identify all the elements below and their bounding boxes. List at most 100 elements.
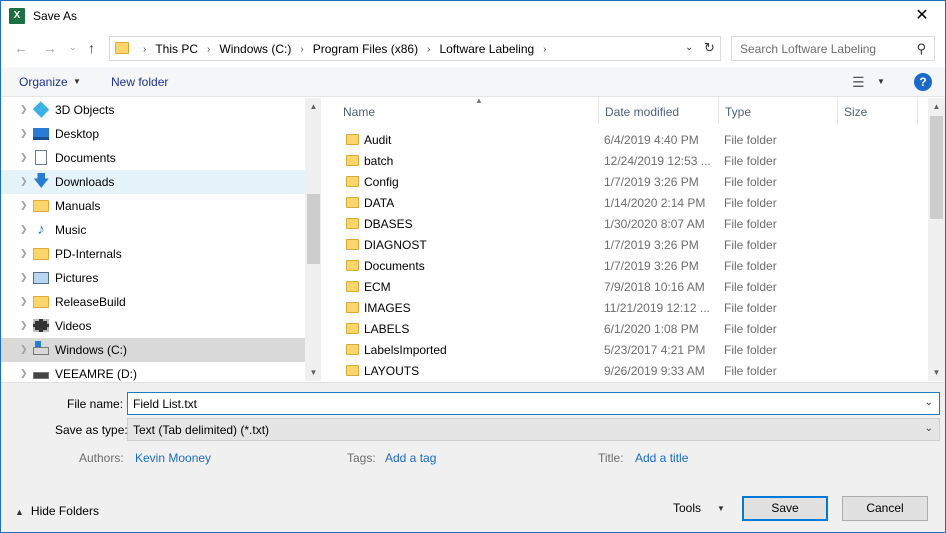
file-name-cell: LABELS	[364, 322, 410, 336]
column-header-date-modified[interactable]: Date modified	[599, 98, 719, 124]
new-folder-button[interactable]: New folder	[111, 75, 168, 89]
file-name-cell: ECM	[364, 280, 391, 294]
view-options-icon[interactable]: ☰	[852, 74, 865, 91]
address-history-dropdown-icon[interactable]: ⌄	[685, 42, 693, 53]
cancel-button[interactable]: Cancel	[842, 496, 928, 521]
nav-item-label: 3D Objects	[55, 103, 115, 117]
date-modified-cell: 6/4/2019 4:40 PM	[604, 133, 699, 147]
nav-item-windows-c[interactable]: ❯ Windows (C:)	[1, 338, 305, 362]
breadcrumb-loftware-labeling[interactable]: Loftware Labeling	[439, 42, 534, 56]
folder-icon	[346, 176, 359, 187]
column-header-name[interactable]: Name ▲	[337, 98, 599, 124]
scroll-down-icon[interactable]: ▼	[928, 364, 945, 381]
add-tag-link[interactable]: Add a tag	[385, 451, 436, 465]
tools-button[interactable]: Tools	[673, 501, 701, 515]
file-list-scrollbar[interactable]: ▲ ▼	[928, 98, 945, 381]
file-name-cell: LAYOUTS	[364, 364, 420, 378]
save-button[interactable]: Save	[742, 496, 828, 521]
breadcrumb-separator[interactable]: ›	[543, 44, 546, 55]
expand-chevron-icon[interactable]: ❯	[20, 224, 28, 235]
scrollbar-thumb[interactable]	[930, 116, 943, 219]
back-arrow-icon[interactable]: ←	[14, 40, 28, 56]
save-as-type-dropdown-icon[interactable]: ⌄	[925, 423, 933, 434]
recent-locations-chevron-icon[interactable]: ⌄	[69, 42, 77, 53]
column-header-label: Name	[343, 105, 376, 119]
add-title-link[interactable]: Add a title	[635, 451, 688, 465]
help-icon[interactable]: ?	[914, 73, 932, 91]
folder-icon	[346, 218, 359, 229]
table-row[interactable]: IMAGES 11/21/2019 12:12 ... File folder	[323, 297, 923, 318]
expand-chevron-icon[interactable]: ❯	[20, 176, 28, 187]
nav-item-documents[interactable]: ❯ Documents	[1, 146, 305, 170]
expand-chevron-icon[interactable]: ❯	[20, 344, 28, 355]
navigation-pane-scrollbar[interactable]: ▲ ▼	[305, 98, 321, 381]
nav-item-releasebuild[interactable]: ❯ ReleaseBuild	[1, 290, 305, 314]
refresh-icon[interactable]: ↻	[704, 40, 715, 56]
type-cell: File folder	[724, 196, 777, 210]
folder-icon	[346, 365, 359, 376]
tools-caret-icon[interactable]: ▼	[717, 504, 725, 513]
column-header-size[interactable]: Size	[838, 98, 918, 124]
table-row[interactable]: DIAGNOST 1/7/2019 3:26 PM File folder	[323, 234, 923, 255]
forward-arrow-icon[interactable]: →	[43, 40, 57, 56]
expand-chevron-icon[interactable]: ❯	[20, 128, 28, 139]
save-as-type-select[interactable]: Text (Tab delimited) (*.txt) ⌄	[127, 418, 940, 441]
breadcrumb-program-files-x86[interactable]: Program Files (x86)	[313, 42, 418, 56]
breadcrumb-windows-c[interactable]: Windows (C:)	[219, 42, 291, 56]
breadcrumb-this-pc[interactable]: This PC	[155, 42, 198, 56]
nav-item-pictures[interactable]: ❯ Pictures	[1, 266, 305, 290]
breadcrumb-separator[interactable]: ›	[300, 44, 303, 55]
scroll-down-icon[interactable]: ▼	[305, 364, 321, 381]
expand-chevron-icon[interactable]: ❯	[20, 104, 28, 115]
table-row[interactable]: Documents 1/7/2019 3:26 PM File folder	[323, 255, 923, 276]
nav-item-downloads[interactable]: ❯ 🡇 Downloads	[1, 170, 305, 194]
search-input[interactable]: Search Loftware Labeling ⚲	[731, 36, 935, 61]
search-icon[interactable]: ⚲	[916, 41, 926, 57]
nav-item-music[interactable]: ❯ ♪ Music	[1, 218, 305, 242]
desktop-icon	[33, 128, 49, 140]
column-header-type[interactable]: Type	[719, 98, 838, 124]
organize-caret-icon[interactable]: ▼	[73, 77, 81, 86]
nav-item-veeamre-d[interactable]: ❯ VEEAMRE (D:)	[1, 362, 305, 381]
file-name-cell: Config	[364, 175, 399, 189]
table-row[interactable]: Config 1/7/2019 3:26 PM File folder	[323, 171, 923, 192]
expand-chevron-icon[interactable]: ❯	[20, 152, 28, 163]
table-row[interactable]: batch 12/24/2019 12:53 ... File folder	[323, 150, 923, 171]
expand-chevron-icon[interactable]: ❯	[20, 320, 28, 331]
authors-value[interactable]: Kevin Mooney	[135, 451, 211, 465]
file-name-dropdown-icon[interactable]: ⌄	[925, 397, 933, 408]
table-row[interactable]: ECM 7/9/2018 10:16 AM File folder	[323, 276, 923, 297]
table-row[interactable]: LabelsImported 5/23/2017 4:21 PM File fold…	[323, 339, 923, 360]
breadcrumb-separator[interactable]: ›	[207, 44, 210, 55]
hide-folders-button[interactable]: ▲ Hide Folders	[15, 504, 99, 518]
title-label: Title:	[598, 451, 624, 465]
save-form: File name: Field List.txt ⌄ Save as type…	[1, 382, 945, 532]
nav-item-desktop[interactable]: ❯ Desktop	[1, 122, 305, 146]
scrollbar-thumb[interactable]	[307, 194, 320, 264]
nav-item-videos[interactable]: ❯ Videos	[1, 314, 305, 338]
expand-chevron-icon[interactable]: ❯	[20, 272, 28, 283]
address-bar[interactable]: › This PC › Windows (C:) › Program Files…	[109, 36, 721, 61]
organize-button[interactable]: Organize	[19, 75, 68, 89]
expand-chevron-icon[interactable]: ❯	[20, 200, 28, 211]
view-options-caret-icon[interactable]: ▼	[877, 77, 885, 86]
table-row[interactable]: LABELS 6/1/2020 1:08 PM File folder	[323, 318, 923, 339]
expand-chevron-icon[interactable]: ❯	[20, 296, 28, 307]
table-row[interactable]: LAYOUTS 9/26/2019 9:33 AM File folder	[323, 360, 923, 381]
scroll-up-icon[interactable]: ▲	[305, 98, 321, 115]
nav-item-3d-objects[interactable]: ❯ 3D Objects	[1, 98, 305, 122]
file-name-cell: DIAGNOST	[364, 238, 427, 252]
scroll-up-icon[interactable]: ▲	[928, 98, 945, 115]
expand-chevron-icon[interactable]: ❯	[20, 248, 28, 259]
expand-chevron-icon[interactable]: ❯	[20, 368, 28, 379]
nav-item-pd-internals[interactable]: ❯ PD-Internals	[1, 242, 305, 266]
breadcrumb-separator[interactable]: ›	[427, 44, 430, 55]
file-name-input[interactable]: Field List.txt ⌄	[127, 392, 940, 415]
close-button[interactable]: ✕	[899, 1, 945, 31]
up-arrow-icon[interactable]: ↑	[88, 40, 95, 56]
nav-item-manuals[interactable]: ❯ Manuals	[1, 194, 305, 218]
file-name-value[interactable]: Field List.txt	[133, 397, 197, 411]
table-row[interactable]: Audit 6/4/2019 4:40 PM File folder	[323, 129, 923, 150]
table-row[interactable]: DATA 1/14/2020 2:14 PM File folder	[323, 192, 923, 213]
table-row[interactable]: DBASES 1/30/2020 8:07 AM File folder	[323, 213, 923, 234]
